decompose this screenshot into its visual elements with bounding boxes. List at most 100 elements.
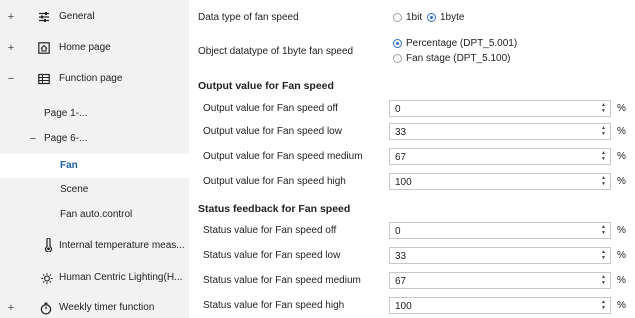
radio-1byte[interactable]: 1byte [427,12,464,23]
spin-arrows-icon[interactable]: ▲ ▼ [600,150,607,162]
output-row-off: Output value for Fan speed off 0 ▲ ▼ % [189,99,635,119]
spinbox-value[interactable]: 67 [395,152,406,163]
radio-label: 1byte [440,12,465,23]
output-high-spinbox[interactable]: 100 ▲ ▼ [389,173,611,190]
spin-arrows-icon[interactable]: ▲ ▼ [600,102,607,114]
spin-arrows-icon[interactable]: ▲ ▼ [600,249,607,261]
radio-button[interactable] [393,13,402,22]
spinbox-value[interactable]: 0 [395,104,401,115]
radio-1bit[interactable]: 1bit [393,12,422,23]
radio-label: Percentage (DPT_5.001) [406,38,518,49]
object-datatype-label: Object datatype of 1byte fan speed [198,46,354,57]
radio-percentage[interactable]: Percentage (DPT_5.001) [393,38,517,49]
sidebar-item-scene[interactable]: Scene [0,178,189,202]
data-type-label: Data type of fan speed [198,12,299,23]
output-medium-spinbox[interactable]: 67 ▲ ▼ [389,148,611,165]
radio-fan-stage[interactable]: Fan stage (DPT_5.100) [393,53,511,64]
sidebar-item-label: Internal temperature meas... [59,240,185,251]
sidebar-item-human-centric-lighting[interactable]: Human Centric Lighting(H... [0,266,189,290]
spinbox-value[interactable]: 100 [395,177,412,188]
spinbox-value[interactable]: 33 [395,251,406,262]
spin-arrows-icon[interactable]: ▲ ▼ [600,175,607,187]
sidebar-item-home-page[interactable]: + Home page [0,36,189,60]
spin-arrows-icon[interactable]: ▲ ▼ [600,274,607,286]
field-label: Status value for Fan speed medium [203,275,361,286]
status-off-spinbox[interactable]: 0 ▲ ▼ [389,222,611,239]
spin-arrows-icon[interactable]: ▲ ▼ [600,299,607,311]
radio-label: 1bit [406,12,423,23]
data-type-row: Data type of fan speed 1bit 1byte [189,8,635,28]
spinbox-value[interactable]: 0 [395,226,401,237]
field-label: Status value for Fan speed high [203,300,345,311]
sun-icon [41,272,53,284]
status-row-off: Status value for Fan speed off 0 ▲ ▼ % [189,221,635,241]
sidebar: + General + Home page − Function page Pa… [0,0,189,318]
sidebar-item-fan[interactable]: Fan [0,154,189,178]
status-row-high: Status value for Fan speed high 100 ▲ ▼ % [189,296,635,316]
unit-label: % [617,225,626,236]
sidebar-item-general[interactable]: + General [0,5,189,29]
unit-label: % [617,126,626,137]
unit-label: % [617,176,626,187]
sidebar-item-label: Human Centric Lighting(H... [59,272,183,283]
unit-label: % [617,275,626,286]
output-low-spinbox[interactable]: 33 ▲ ▼ [389,123,611,140]
sidebar-item-label: Fan [60,160,78,171]
sidebar-item-label: Page 6-... [44,133,88,144]
radio-button[interactable] [393,39,402,48]
output-row-medium: Output value for Fan speed medium 67 ▲ ▼ … [189,147,635,167]
output-off-spinbox[interactable]: 0 ▲ ▼ [389,100,611,117]
spin-arrows-icon[interactable]: ▲ ▼ [600,224,607,236]
field-label: Status value for Fan speed low [203,250,341,261]
unit-label: % [617,103,626,114]
sidebar-item-label: Function page [59,73,123,84]
sidebar-item-weekly-timer[interactable]: + Weekly timer function [0,298,189,318]
status-section-title: Status feedback for Fan speed [198,203,351,215]
spinbox-value[interactable]: 67 [395,276,406,287]
spinbox-value[interactable]: 100 [395,301,412,312]
expand-icon[interactable]: + [6,302,16,314]
sidebar-item-function-page[interactable]: − Function page [0,67,189,91]
expand-icon[interactable]: + [6,11,16,23]
sidebar-item-label: Page 1-... [44,108,88,119]
settings-panel: Data type of fan speed 1bit 1byte Object… [189,0,635,318]
status-low-spinbox[interactable]: 33 ▲ ▼ [389,247,611,264]
status-row-low: Status value for Fan speed low 33 ▲ ▼ % [189,246,635,266]
sidebar-item-label: Scene [60,184,89,195]
unit-label: % [617,300,626,311]
status-row-medium: Status value for Fan speed medium 67 ▲ ▼ … [189,271,635,291]
grid-icon [38,73,50,85]
sidebar-item-label: Home page [59,42,111,53]
sidebar-item-page-6[interactable]: − Page 6-... [0,127,189,151]
collapse-icon[interactable]: − [28,133,38,145]
radio-button[interactable] [393,54,402,63]
field-label: Output value for Fan speed off [203,103,338,114]
sidebar-item-label: Fan auto.control [60,209,133,220]
thermometer-icon [42,238,54,252]
expand-icon[interactable]: + [6,42,16,54]
radio-button[interactable] [427,13,436,22]
radio-label: Fan stage (DPT_5.100) [406,53,511,64]
field-label: Output value for Fan speed medium [203,151,363,162]
status-high-spinbox[interactable]: 100 ▲ ▼ [389,297,611,314]
sliders-icon [38,11,50,23]
spin-arrows-icon[interactable]: ▲ ▼ [600,125,607,137]
sidebar-item-page-1[interactable]: Page 1-... [0,102,189,126]
unit-label: % [617,250,626,261]
sidebar-item-label: General [59,11,95,22]
output-section-title: Output value for Fan speed [198,80,334,92]
status-medium-spinbox[interactable]: 67 ▲ ▼ [389,272,611,289]
sidebar-item-fan-auto-control[interactable]: Fan auto.control [0,203,189,227]
field-label: Output value for Fan speed high [203,176,346,187]
stopwatch-icon [40,302,52,315]
sidebar-item-internal-temperature[interactable]: Internal temperature meas... [0,234,189,258]
collapse-icon[interactable]: − [6,73,16,85]
sidebar-item-label: Weekly timer function [59,302,155,313]
output-row-high: Output value for Fan speed high 100 ▲ ▼ % [189,172,635,192]
field-label: Status value for Fan speed off [203,225,337,236]
object-datatype-row: Object datatype of 1byte fan speed Perce… [189,36,635,66]
spinbox-value[interactable]: 33 [395,127,406,138]
output-row-low: Output value for Fan speed low 33 ▲ ▼ % [189,122,635,142]
unit-label: % [617,151,626,162]
house-icon [38,42,50,54]
